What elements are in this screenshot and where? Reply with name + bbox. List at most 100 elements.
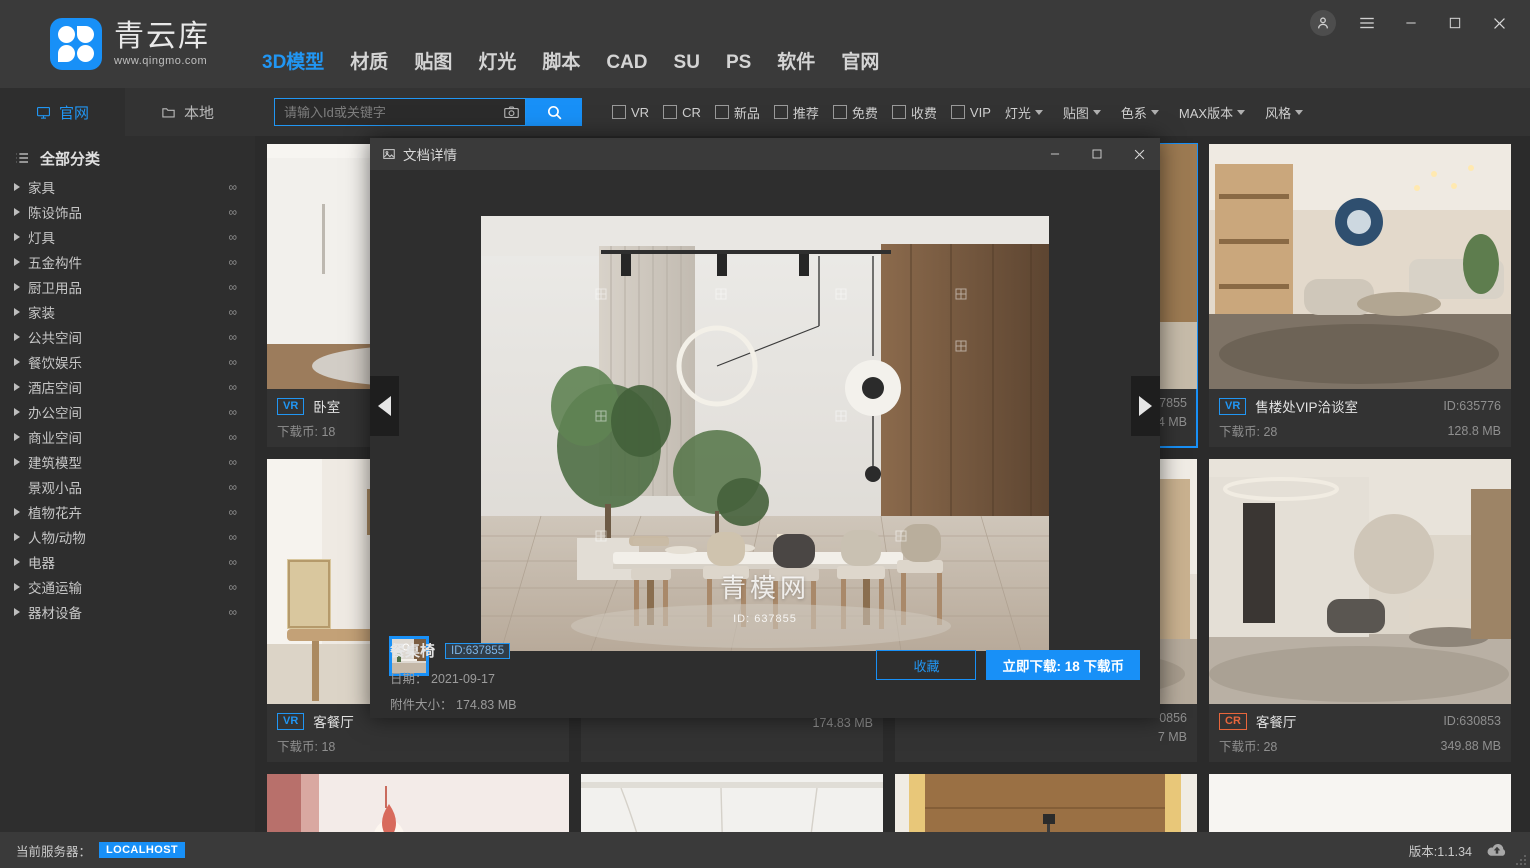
sidebar-item-label: 交通运输 [28,580,82,596]
resize-grip[interactable] [1515,853,1527,865]
sidebar-item-2[interactable]: 灯具 ∞ [0,224,255,249]
checkbox-icon [714,105,729,119]
filter-dropdown-2[interactable]: 色系 [1121,103,1159,122]
card-coin: 下载币: 28 [1219,425,1278,439]
sidebar-item-10[interactable]: 商业空间 ∞ [0,424,255,449]
filter-dropdown-0[interactable]: 灯光 [1005,103,1043,122]
app-window: 青云库 www.qingmo.com 3D模型 材质 贴图 灯光 脚本 CAD SU PS 软件… [0,0,1530,868]
sidebar-item-12[interactable]: 景观小品 ∞ [0,474,255,499]
nav-item-7[interactable]: PS [726,52,751,74]
close-button[interactable] [1480,6,1518,40]
card-thumbnail[interactable] [1209,774,1511,832]
filter-checkbox-新品[interactable]: 新品 [714,103,760,122]
cloud-upload-icon[interactable] [1486,841,1508,859]
card-thumbnail[interactable] [267,774,569,832]
card-thumbnail[interactable] [895,774,1197,832]
sidebar-item-label: 人物/动物 [28,530,86,546]
card-thumbnail[interactable] [1209,459,1511,704]
sidebar-item-9[interactable]: 办公空间 ∞ [0,399,255,424]
filter-checkbox-收费[interactable]: 收费 [891,103,937,122]
sidebar-item-14[interactable]: 人物/动物 ∞ [0,524,255,549]
nav-item-5[interactable]: CAD [606,52,647,74]
camera-icon[interactable] [497,104,525,121]
sidebar-item-label: 办公空间 [28,405,82,421]
chevron-right-icon [14,332,20,341]
nav-item-9[interactable]: 官网 [841,47,879,74]
sidebar-item-label: 商业空间 [28,430,82,446]
sidebar-item-label: 家装 [28,305,55,321]
sidebar-item-8[interactable]: 酒店空间 ∞ [0,374,255,399]
sidebar-item-5[interactable]: 家装 ∞ [0,299,255,324]
sidebar-item-0[interactable]: 家具 ∞ [0,174,255,199]
next-item-button[interactable] [1131,376,1160,436]
result-card[interactable] [1209,774,1511,832]
sidebar-item-3[interactable]: 五金构件 ∞ [0,249,255,274]
tab-local[interactable]: 本地 [125,88,250,136]
filter-checkbox-vip[interactable]: VIP [950,105,991,120]
filter-label: VR [631,104,650,120]
maximize-button[interactable] [1436,6,1474,40]
server-label: 当前服务器： [16,844,92,859]
filter-dropdown-4[interactable]: 风格 [1265,103,1304,122]
chevron-down-icon [1150,109,1159,115]
card-thumbnail[interactable] [1209,144,1511,389]
nav-item-0[interactable]: 3D模型 [262,47,324,74]
nav-item-1[interactable]: 材质 [350,47,388,74]
preview-image[interactable]: 青模网 ID: 637855 [481,216,1049,651]
nav-item-8[interactable]: 软件 [777,47,815,74]
result-card[interactable]: VR 售楼处VIP洽谈室 ID:635776 下载币: 28 128.8 MB [1209,144,1511,447]
logo-url: www.qingmo.com [114,54,208,67]
item-size-label: 附件大小： [390,698,453,712]
result-card[interactable]: CR 客餐厅 ID:630853 下载币: 28 349.88 MB [1209,459,1511,762]
sidebar-item-13[interactable]: 植物花卉 ∞ [0,499,255,524]
filter-checkbox-推荐[interactable]: 推荐 [773,103,819,122]
filter-checkbox-vr[interactable]: VR [612,105,649,120]
menu-button[interactable] [1348,6,1386,40]
sidebar-item-16[interactable]: 交通运输 ∞ [0,574,255,599]
item-size-row: 附件大小： 174.83 MB [390,694,1140,713]
card-title: 客餐厅 [1255,715,1297,730]
nav-item-4[interactable]: 脚本 [542,47,580,74]
filter-checkbox-cr[interactable]: CR [663,105,701,120]
previous-item-button[interactable] [370,376,399,436]
chevron-down-icon [1034,109,1043,115]
tab-official-site[interactable]: 官网 [0,88,125,136]
nav-item-2[interactable]: 贴图 [414,47,452,74]
sidebar-item-11[interactable]: 建筑模型 ∞ [0,449,255,474]
sidebar-item-17[interactable]: 器材设备 ∞ [0,599,255,624]
favorite-button[interactable]: 收藏 [876,650,977,680]
version-label: 版本:1.1.34 [1408,844,1472,859]
filter-dropdown-1[interactable]: 贴图 [1063,103,1101,122]
search-input[interactable] [275,99,497,125]
minimize-button[interactable] [1392,6,1430,40]
card-size: 174.83 MB [812,716,873,730]
card-thumbnail[interactable] [581,774,883,832]
download-button[interactable]: 立即下载: 18 下载币 [986,650,1140,680]
dialog-close-button[interactable] [1118,138,1160,170]
result-card[interactable] [581,774,883,832]
nav-item-3[interactable]: 灯光 [478,47,516,74]
card-badge: VR [277,397,305,415]
tab-local-label: 本地 [183,104,214,122]
sidebar-item-6[interactable]: 公共空间 ∞ [0,324,255,349]
nav-item-6[interactable]: SU [674,52,700,74]
filter-checkbox-免费[interactable]: 免费 [832,103,878,122]
chevron-left-icon [378,396,391,416]
dialog-minimize-button[interactable] [1034,138,1076,170]
sidebar-item-4[interactable]: 厨卫用品 ∞ [0,274,255,299]
result-card[interactable] [895,774,1197,832]
filter-dropdown-3[interactable]: MAX版本 [1179,103,1246,122]
sidebar-item-15[interactable]: 电器 ∞ [0,549,255,574]
search-button[interactable] [526,98,582,126]
sidebar-item-label: 五金构件 [28,255,82,271]
sidebar-item-1[interactable]: 陈设饰品 ∞ [0,199,255,224]
dialog-body: 青模网 ID: 637855 餐桌椅 ID:637855 日期： 2021-09… [370,170,1160,718]
monitor-icon [36,105,51,120]
sidebar-item-count: ∞ [228,404,237,419]
sidebar-item-7[interactable]: 餐饮娱乐 ∞ [0,349,255,374]
item-date-label: 日期： [390,672,428,686]
sidebar-item-count: ∞ [228,304,237,319]
result-card[interactable] [267,774,569,832]
avatar[interactable] [1310,10,1336,36]
dialog-maximize-button[interactable] [1076,138,1118,170]
